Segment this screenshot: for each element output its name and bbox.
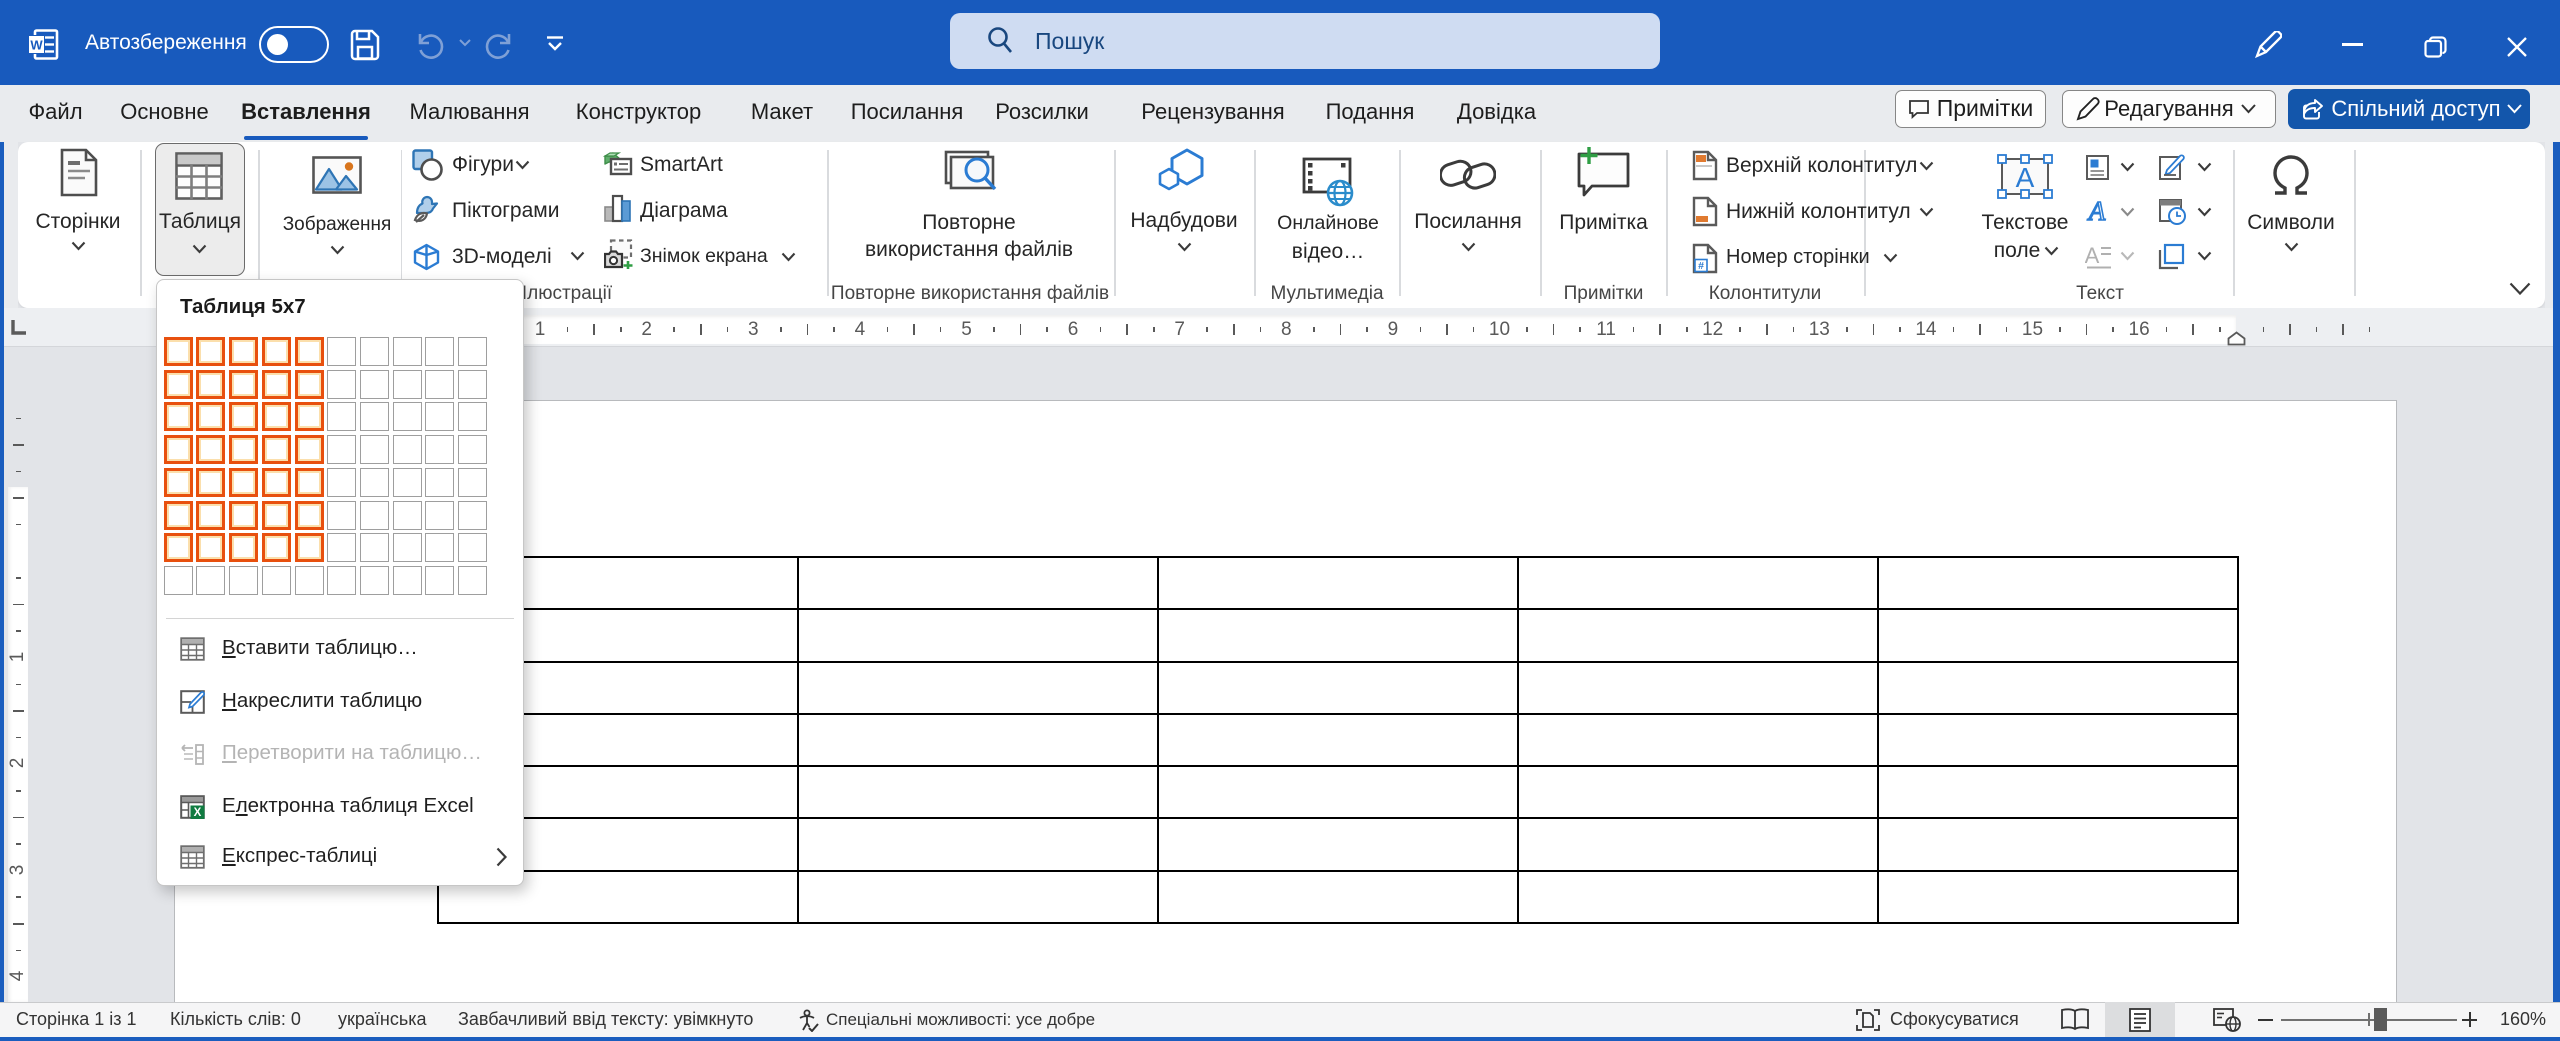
svg-text:A: A: [2016, 162, 2035, 193]
svg-text:A: A: [2085, 243, 2100, 268]
svg-text:A: A: [2087, 197, 2106, 226]
svg-text:X: X: [194, 807, 202, 819]
svg-text:#: #: [1698, 260, 1704, 272]
svg-text:W: W: [30, 38, 43, 53]
